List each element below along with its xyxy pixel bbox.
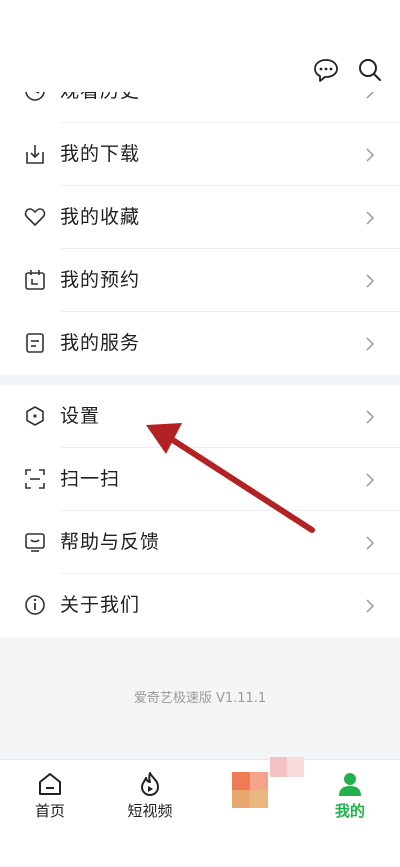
heart-icon [24,208,46,226]
section-gap [0,375,400,385]
menu-item-label: 我的服务 [60,332,141,354]
chevron-right-icon [366,599,374,613]
info-icon [25,595,45,615]
blurred-thumbnail[interactable] [232,772,268,808]
menu-item-favorites[interactable]: 我的收藏 [0,186,400,249]
feedback-icon [25,533,45,552]
version-footer: 爱奇艺极速版 V1.11.1 [0,637,400,759]
blurred-thumbnail-fragment [270,757,304,777]
menu-item-reservations[interactable]: 我的预约 [0,249,400,312]
message-icon[interactable] [312,56,340,84]
hexagon-settings-icon [26,406,44,426]
menu-item-label: 帮助与反馈 [60,531,161,553]
menu-item-help[interactable]: 帮助与反馈 [0,511,400,574]
download-icon [26,145,44,164]
calendar-icon [25,270,45,290]
version-text: 爱奇艺极速版 V1.11.1 [133,691,267,706]
tab-home[interactable]: 首页 [10,770,90,821]
tab-mine[interactable]: 我的 [310,770,390,821]
menu-item-label: 扫一扫 [60,468,121,490]
tab-label: 首页 [34,802,65,820]
menu-item-label: 设置 [60,405,101,427]
search-icon[interactable] [356,56,384,84]
home-icon [39,773,61,795]
flame-play-icon [141,772,159,796]
chevron-right-icon [366,274,374,288]
chevron-right-icon [366,536,374,550]
chevron-right-icon [366,211,374,225]
tab-label: 我的 [334,802,365,820]
menu-item-downloads[interactable]: 我的下载 [0,123,400,186]
menu-item-services[interactable]: 我的服务 [0,312,400,375]
chevron-right-icon [366,337,374,351]
chevron-right-icon [366,410,374,424]
menu-item-settings[interactable]: 设置 [0,385,400,448]
scan-icon [25,469,45,489]
menu-list: 观看历史 我的下载 我的收藏 我的预约 我的服务 设置 扫一扫 [0,60,400,637]
menu-item-label: 我的下载 [60,143,141,165]
menu-item-label: 我的预约 [60,269,141,291]
top-bar [0,0,400,92]
tab-short-video[interactable]: 短视频 [110,770,190,821]
tab-label: 短视频 [127,802,173,820]
menu-item-label: 关于我们 [60,594,141,616]
menu-item-scan[interactable]: 扫一扫 [0,448,400,511]
bottom-tab-bar: 首页 短视频 我的 [0,759,400,867]
menu-item-about[interactable]: 关于我们 [0,574,400,637]
chevron-right-icon [366,148,374,162]
user-icon [339,773,361,796]
services-icon [26,333,44,353]
chevron-right-icon [366,473,374,487]
menu-item-label: 我的收藏 [60,206,141,228]
